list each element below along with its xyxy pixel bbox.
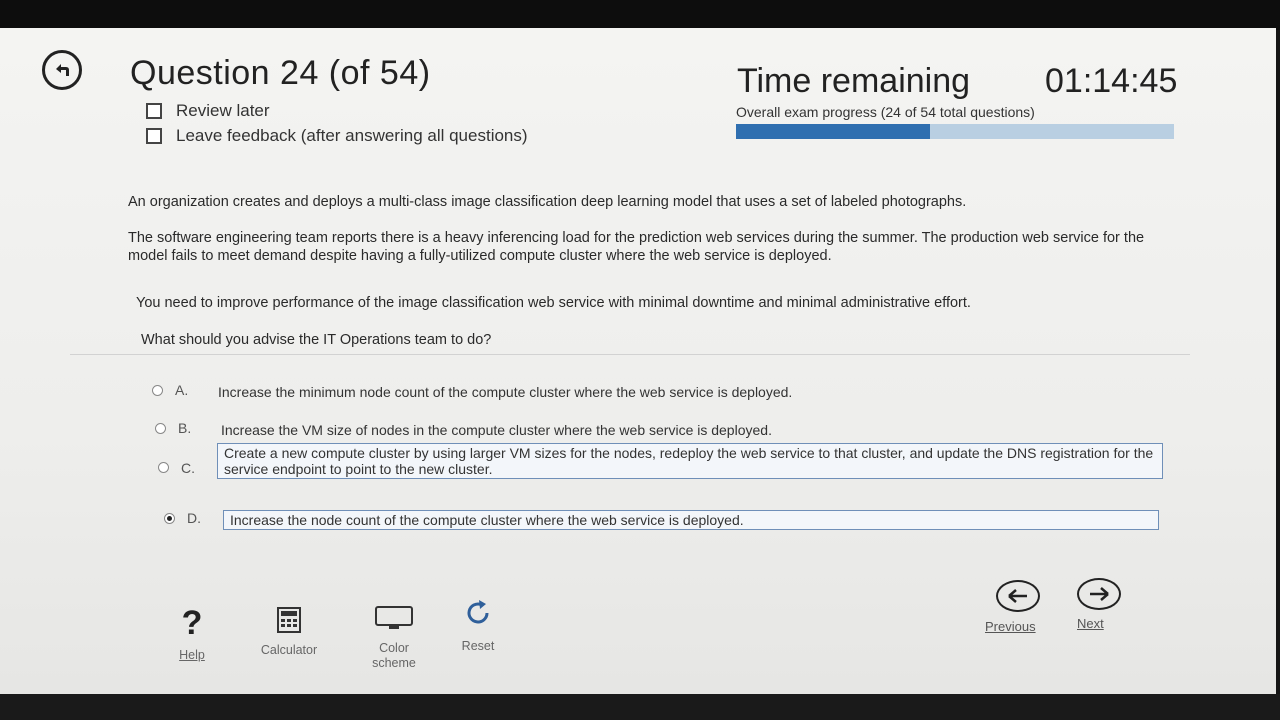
back-icon — [56, 64, 69, 76]
monitor-icon — [375, 606, 413, 629]
question-title: Question 24 (of 54) — [130, 54, 431, 92]
question-paragraph: An organization creates and deploys a mu… — [128, 194, 967, 210]
checkbox-icon — [146, 103, 162, 119]
option-text: Increase the node count of the compute c… — [223, 510, 1159, 530]
arrow-right-icon — [1090, 587, 1109, 601]
help-button[interactable]: ? Help — [162, 606, 222, 662]
checkbox-icon — [146, 128, 162, 144]
divider — [70, 354, 1190, 355]
option-a[interactable]: A. Increase the minimum node count of th… — [152, 382, 1172, 402]
question-paragraph: The software engineering team reports th… — [128, 230, 1145, 264]
option-letter: D. — [187, 510, 201, 526]
next-label[interactable]: Next — [1077, 616, 1104, 631]
color-scheme-button[interactable]: Color scheme — [356, 604, 432, 671]
help-label: Help — [179, 648, 205, 662]
monitor-bezel — [0, 0, 1280, 30]
reset-icon — [467, 600, 489, 624]
question-paragraph: You need to improve performance of the i… — [136, 295, 971, 311]
leave-feedback-label: Leave feedback (after answering all ques… — [176, 126, 528, 145]
calculator-button[interactable]: Calculator — [246, 606, 332, 657]
time-remaining-value: 01:14:45 — [1045, 62, 1178, 100]
radio-icon[interactable] — [158, 462, 169, 473]
help-icon: ? — [181, 604, 203, 642]
option-d[interactable]: D. Increase the node count of the comput… — [164, 510, 1159, 530]
previous-button[interactable] — [996, 580, 1040, 612]
calculator-label: Calculator — [260, 643, 318, 657]
time-remaining-label: Time remaining — [737, 62, 971, 100]
reset-label: Reset — [461, 639, 495, 653]
question-prompt: What should you advise the IT Operations… — [141, 332, 492, 348]
option-text: Increase the VM size of nodes in the com… — [221, 422, 772, 438]
previous-label[interactable]: Previous — [985, 619, 1036, 634]
arrow-left-icon — [1008, 589, 1027, 603]
color-scheme-label: Color scheme — [372, 641, 416, 670]
option-letter: B. — [178, 420, 192, 436]
next-button[interactable] — [1077, 578, 1121, 610]
option-text: Increase the minimum node count of the c… — [218, 384, 793, 400]
monitor-bezel-bottom — [0, 694, 1280, 720]
radio-selected-icon[interactable] — [164, 513, 175, 524]
leave-feedback-checkbox[interactable]: Leave feedback (after answering all ques… — [146, 126, 528, 146]
review-later-label: Review later — [176, 101, 270, 120]
option-b[interactable]: B. Increase the VM size of nodes in the … — [155, 420, 1175, 440]
exam-progress-text: Overall exam progress (24 of 54 total qu… — [736, 104, 1035, 120]
review-later-checkbox[interactable]: Review later — [146, 101, 270, 121]
calculator-icon — [277, 607, 301, 633]
radio-icon[interactable] — [155, 423, 166, 434]
radio-icon[interactable] — [152, 385, 163, 396]
exam-progress-fill — [736, 124, 931, 139]
back-button[interactable] — [42, 50, 82, 90]
option-letter: C. — [181, 460, 195, 476]
option-text: Create a new compute cluster by using la… — [217, 443, 1163, 479]
option-letter: A. — [175, 382, 189, 398]
exam-progress-bar — [736, 124, 1174, 139]
reset-button[interactable]: Reset — [448, 596, 508, 653]
option-c[interactable]: C. Create a new compute cluster by using… — [158, 443, 1163, 479]
